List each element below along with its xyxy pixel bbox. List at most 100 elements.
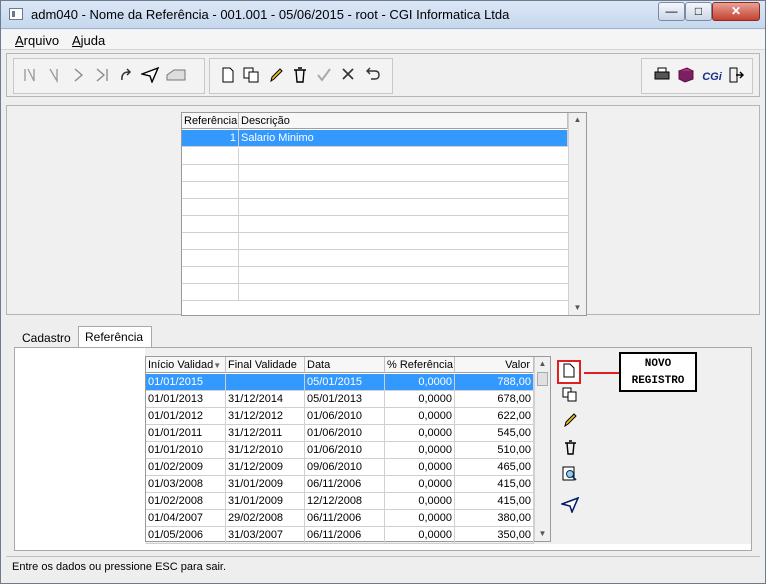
first-icon[interactable] [20,67,40,87]
cell-data: 06/11/2006 [305,476,385,493]
send-record-icon[interactable] [558,496,582,521]
table-row[interactable]: 01/01/2012 31/12/2012 01/06/2010 0,0000 622,… [146,408,534,425]
cell-inicio: 01/04/2007 [146,510,226,527]
table-row[interactable]: 01/01/2015 05/01/2015 0,0000 788,00 [146,374,534,391]
cell-final: 31/01/2009 [226,493,305,510]
col-referencia[interactable]: Referência [182,113,239,129]
delete-record-icon[interactable] [558,439,582,463]
table-row[interactable]: 01/04/2007 29/02/2008 06/11/2006 0,0000 380,… [146,510,534,527]
close-button[interactable]: ✕ [712,2,760,21]
table-row[interactable]: 01/05/2006 31/03/2007 06/11/2006 0,0000 350,… [146,527,534,544]
send-icon[interactable] [139,66,160,87]
menu-ajuda[interactable]: Ajuda [72,33,105,48]
scroll-up-icon[interactable]: ▲ [569,113,586,127]
cell-perc: 0,0000 [385,374,455,391]
status-bar: Entre os dados ou pressione ESC para sai… [6,556,760,578]
table-row[interactable]: 01/02/2009 31/12/2009 09/06/2010 0,0000 465,… [146,459,534,476]
search-record-icon[interactable] [558,465,582,489]
edit-record-icon[interactable] [558,412,582,436]
app-icon [9,8,23,20]
col-perc-referencia[interactable]: % Referência [385,357,455,373]
cell-valor: 465,00 [455,459,534,476]
sort-desc-icon: ▼ [213,361,222,370]
table-row[interactable] [182,250,568,267]
callout-connector [584,372,620,374]
col-inicio-validade[interactable]: Início Validad▼ [146,357,226,373]
cell-final: 31/01/2009 [226,476,305,493]
cell-inicio: 01/03/2008 [146,476,226,493]
refresh-icon[interactable] [116,67,136,87]
mail-icon[interactable] [166,67,186,87]
cell-perc: 0,0000 [385,493,455,510]
cell-data: 06/11/2006 [305,510,385,527]
next-icon[interactable] [68,67,88,87]
table-row[interactable]: 01/01/2011 31/12/2011 01/06/2010 0,0000 545,… [146,425,534,442]
callout-novo-registro: NOVO REGISTRO [619,352,697,392]
table-row[interactable]: 1 Salario Minimo [182,130,568,147]
cell-perc: 0,0000 [385,391,455,408]
nav-group [13,58,205,94]
cancel-icon[interactable] [338,67,358,87]
scroll-thumb[interactable] [537,372,548,386]
cell-valor: 415,00 [455,493,534,510]
undo-icon[interactable] [362,67,382,87]
delete-icon[interactable] [290,67,310,87]
cell-final: 31/12/2011 [226,425,305,442]
cell-inicio: 01/01/2010 [146,442,226,459]
maximize-button[interactable]: □ [685,2,712,21]
values-scrollbar[interactable]: ▲ ▼ [534,357,550,541]
cell-final: 31/03/2007 [226,527,305,544]
new-doc-icon[interactable] [218,67,238,87]
table-row[interactable] [182,233,568,250]
edit-icon[interactable] [266,67,286,87]
scroll-down-icon[interactable]: ▼ [535,527,550,541]
reference-scrollbar[interactable]: ▲ ▼ [568,113,586,315]
print-icon[interactable] [652,67,672,87]
col-data[interactable]: Data [305,357,385,373]
col-valor[interactable]: Valor [455,357,534,373]
cell-inicio: 01/01/2015 [146,374,226,391]
copy-icon[interactable] [242,67,262,87]
table-row[interactable]: 01/03/2008 31/01/2009 06/11/2006 0,0000 415,… [146,476,534,493]
book-icon[interactable] [676,67,696,87]
cell-perc: 0,0000 [385,425,455,442]
table-row[interactable] [182,199,568,216]
tab-cadastro[interactable]: Cadastro [16,328,76,349]
cell-valor: 545,00 [455,425,534,442]
cell-inicio: 01/02/2008 [146,493,226,510]
cell-valor: 380,00 [455,510,534,527]
copy-record-icon[interactable] [558,386,582,410]
menu-arquivo[interactable]: Arquivo [15,33,59,48]
new-record-button[interactable] [557,360,581,384]
table-row[interactable] [182,148,568,165]
cell-perc: 0,0000 [385,459,455,476]
cell-referencia: 1 [182,130,239,147]
table-row[interactable]: 01/01/2013 31/12/2014 05/01/2013 0,0000 678,… [146,391,534,408]
confirm-icon[interactable] [314,67,334,87]
table-row[interactable] [182,165,568,182]
title-bar: adm040 - Nome da Referência - 001.001 - … [1,1,765,29]
toolbar: CGi [6,53,760,97]
col-descricao[interactable]: Descrição [239,113,568,129]
table-row[interactable]: 01/01/2010 31/12/2010 01/06/2010 0,0000 510,… [146,442,534,459]
col-final-validade[interactable]: Final Validade [226,357,305,373]
scroll-up-icon[interactable]: ▲ [535,357,550,371]
table-row[interactable] [182,267,568,284]
table-row[interactable]: 01/02/2008 31/01/2009 12/12/2008 0,0000 415,… [146,493,534,510]
cgi-logo-icon[interactable]: CGi [700,67,724,87]
table-row[interactable] [182,216,568,233]
exit-icon[interactable] [726,67,746,87]
cell-valor: 350,00 [455,527,534,544]
table-row[interactable] [182,284,568,301]
prev-icon[interactable] [44,67,64,87]
table-row[interactable] [182,182,568,199]
cell-final: 31/12/2009 [226,459,305,476]
cell-inicio: 01/02/2009 [146,459,226,476]
minimize-button[interactable]: — [658,2,685,21]
cell-perc: 0,0000 [385,442,455,459]
menu-bar: Arquivo Ajuda [1,30,765,50]
values-grid: Início Validad▼ Final Validade Data % Re… [145,356,551,544]
last-icon[interactable] [92,67,112,87]
scroll-down-icon[interactable]: ▼ [569,301,586,315]
cell-perc: 0,0000 [385,510,455,527]
